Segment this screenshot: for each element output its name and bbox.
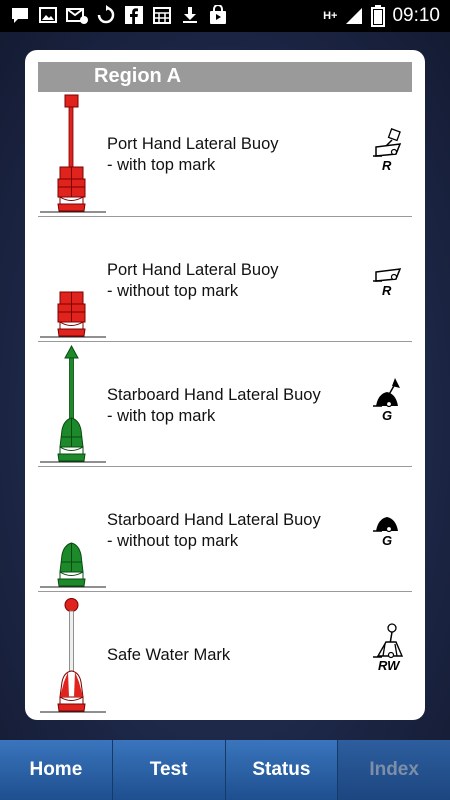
list-item[interactable]: Safe Water Mark RW	[38, 592, 412, 717]
item-title: Safe Water Mark	[107, 646, 231, 664]
clock: 09:10	[392, 5, 440, 26]
shopping-bag-icon	[210, 5, 226, 24]
network-type: H+	[323, 10, 338, 22]
chart-label: R	[382, 283, 392, 298]
calendar-icon	[153, 7, 171, 24]
item-subtitle: - with top mark	[107, 156, 216, 174]
list-item[interactable]: Port Hand Lateral Buoy - without top mar…	[38, 217, 412, 342]
port-buoy-icon	[40, 291, 106, 338]
chart-label: G	[382, 408, 392, 423]
item-title: Port Hand Lateral Buoy	[107, 135, 279, 153]
item-text: Starboard Hand Lateral Buoy - without to…	[107, 510, 357, 552]
email-icon	[66, 8, 88, 24]
buoy-list-card: Region A Port Hand Lateral Buoy - with t…	[25, 50, 425, 720]
tab-index[interactable]: Index	[338, 740, 450, 800]
starboard-buoy-icon	[40, 542, 106, 588]
starboard-chart-symbol-topmark-icon: G	[373, 378, 400, 423]
chart-label: RW	[378, 658, 401, 673]
region-header: Region A	[38, 62, 412, 92]
tab-test[interactable]: Test	[113, 740, 226, 800]
download-icon	[183, 7, 197, 23]
item-text: Port Hand Lateral Buoy - without top mar…	[107, 260, 357, 302]
item-subtitle: - with top mark	[107, 407, 216, 425]
safe-water-buoy-icon	[40, 598, 106, 713]
chart-label: G	[382, 533, 392, 548]
image-icon	[39, 7, 57, 23]
port-chart-symbol-topmark-icon: R	[373, 128, 402, 173]
status-bar: H+ 09:10	[0, 0, 450, 32]
chat-icon	[12, 8, 28, 23]
facebook-icon	[125, 6, 143, 24]
tab-home[interactable]: Home	[0, 740, 113, 800]
item-text: Safe Water Mark	[107, 645, 357, 666]
starboard-buoy-with-topmark-icon	[40, 344, 106, 463]
list-item[interactable]: Starboard Hand Lateral Buoy - with top m…	[38, 342, 412, 467]
region-title: Region A	[94, 65, 182, 87]
item-text: Starboard Hand Lateral Buoy - with top m…	[107, 385, 357, 427]
item-title: Starboard Hand Lateral Buoy	[107, 511, 321, 529]
sync-icon	[97, 5, 115, 24]
list-item[interactable]: Starboard Hand Lateral Buoy - without to…	[38, 467, 412, 592]
item-title: Starboard Hand Lateral Buoy	[107, 386, 321, 404]
port-buoy-with-topmark-icon	[40, 94, 106, 213]
list-item[interactable]: Port Hand Lateral Buoy - with top mark R	[38, 92, 412, 217]
battery-icon	[371, 5, 386, 27]
item-text: Port Hand Lateral Buoy - with top mark	[107, 134, 357, 176]
starboard-chart-symbol-icon: G	[373, 517, 398, 548]
safe-water-chart-symbol-icon: RW	[373, 623, 404, 673]
signal-icon	[346, 8, 363, 24]
port-chart-symbol-icon: R	[373, 268, 402, 298]
tab-status[interactable]: Status	[226, 740, 339, 800]
item-subtitle: - without top mark	[107, 532, 239, 550]
bottom-nav: Home Test Status Index	[0, 740, 450, 800]
chart-label: R	[382, 158, 392, 173]
item-subtitle: - without top mark	[107, 282, 239, 300]
item-title: Port Hand Lateral Buoy	[107, 261, 279, 279]
